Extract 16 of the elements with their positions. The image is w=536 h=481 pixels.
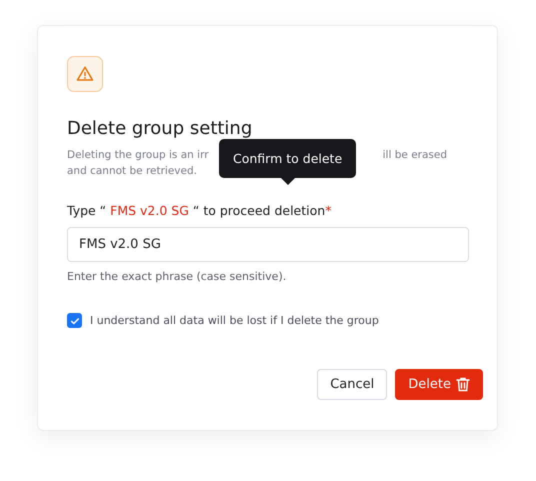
warning-icon	[67, 56, 103, 92]
description-text: and cannot be retrieved.	[67, 164, 197, 179]
cancel-button[interactable]: Cancel	[317, 369, 388, 400]
description-text: ill be erased	[382, 148, 447, 163]
trash-icon	[456, 377, 470, 392]
description-text: Deleting the group is an irr	[67, 148, 209, 163]
check-icon	[70, 316, 80, 326]
checkbox-label: I understand all data will be lost if I delete the group	[90, 314, 379, 327]
field-label: Type “ FMS v2.0 SG “ to proceed deletion*	[67, 203, 332, 218]
checkbox[interactable]	[67, 313, 82, 328]
input-field[interactable]: FMS v2.0 SG	[67, 227, 469, 262]
tooltip: Confirm to delete	[219, 139, 356, 178]
hint-text: Enter the exact phrase (case sensitive).	[67, 270, 288, 283]
dialog-title: Delete group setting	[67, 118, 254, 139]
tooltip-pointer	[280, 178, 295, 185]
delete-button[interactable]: Delete	[395, 369, 483, 400]
